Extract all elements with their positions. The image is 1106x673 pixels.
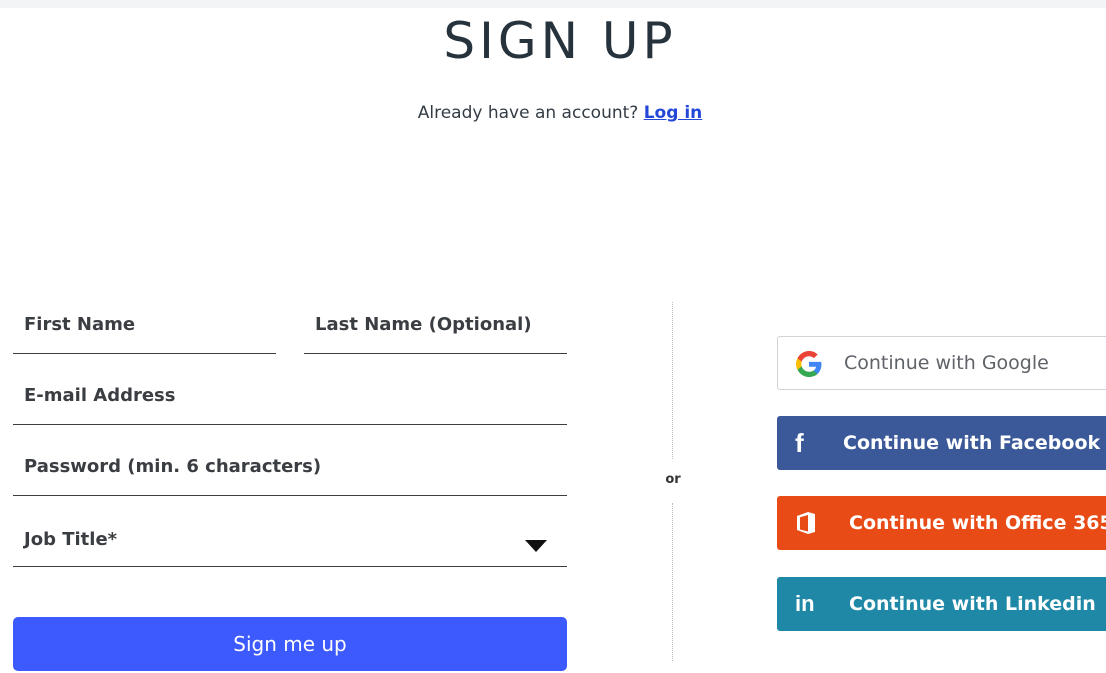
password-field[interactable]: Password (min. 6 characters) (13, 448, 567, 496)
google-button-label: Continue with Google (844, 352, 1049, 374)
password-placeholder: Password (min. 6 characters) (24, 456, 322, 477)
login-prompt-text: Already have an account? (417, 103, 639, 123)
continue-with-linkedin-button[interactable]: in Continue with Linkedin (777, 577, 1106, 631)
sign-up-button[interactable]: Sign me up (13, 617, 567, 671)
google-icon (796, 337, 822, 391)
continue-with-google-button[interactable]: Continue with Google (777, 336, 1106, 390)
job-title-select[interactable]: Job Title* (13, 519, 567, 567)
first-name-placeholder: First Name (24, 314, 136, 335)
first-name-field[interactable]: First Name (13, 306, 276, 354)
divider-line-top (672, 302, 673, 459)
email-field[interactable]: E-mail Address (13, 377, 567, 425)
job-title-placeholder: Job Title* (24, 529, 118, 550)
facebook-icon: f (795, 427, 804, 458)
continue-with-facebook-button[interactable]: f Continue with Facebook (777, 416, 1106, 470)
divider-line-bottom (672, 503, 673, 661)
facebook-button-label: Continue with Facebook (843, 432, 1101, 454)
email-placeholder: E-mail Address (24, 385, 176, 406)
page-title: SIGN UP (443, 12, 677, 70)
linkedin-button-label: Continue with Linkedin (849, 593, 1096, 615)
office-icon (795, 496, 817, 550)
last-name-placeholder: Last Name (Optional) (315, 314, 532, 335)
continue-with-office365-button[interactable]: Continue with Office 365 (777, 496, 1106, 550)
dropdown-caret-icon[interactable] (525, 540, 547, 552)
login-link[interactable]: Log in (644, 103, 703, 123)
top-strip (0, 0, 1106, 8)
linkedin-icon: in (795, 591, 815, 616)
last-name-field[interactable]: Last Name (Optional) (304, 306, 567, 354)
login-prompt: Already have an account? Log in (0, 103, 1106, 123)
office-button-label: Continue with Office 365 (849, 512, 1106, 534)
or-divider-text: or (665, 472, 681, 487)
